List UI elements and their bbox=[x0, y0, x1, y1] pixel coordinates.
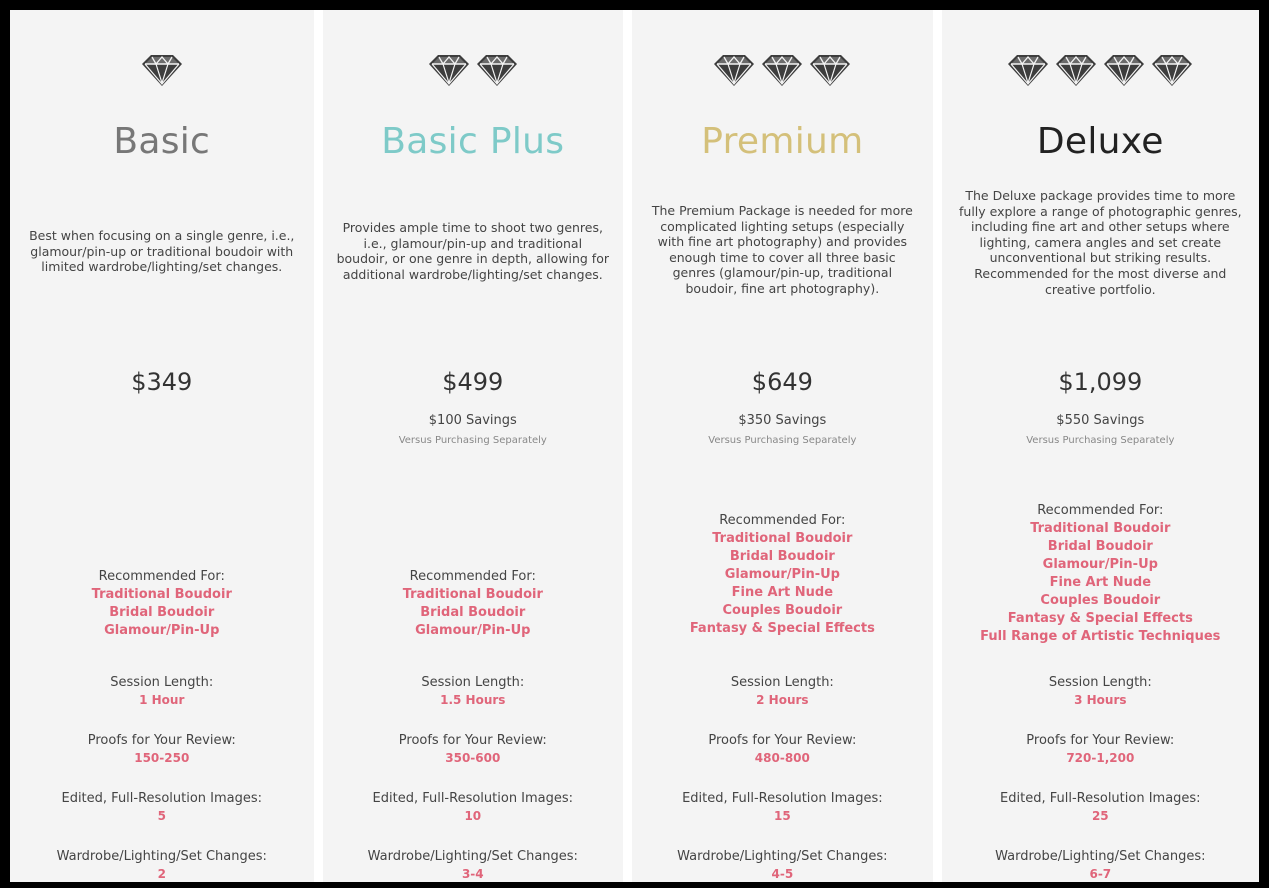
diamond-rating bbox=[10, 52, 314, 92]
recommended-list: Traditional Boudoir Bridal Boudoir Glamour… bbox=[10, 586, 314, 640]
recommended-item: Bridal Boudoir bbox=[729, 549, 835, 564]
proofs-value: 150-250 bbox=[134, 751, 190, 765]
session-length-value: 1.5 Hours bbox=[440, 693, 506, 707]
package-title: Basic Plus bbox=[381, 121, 565, 162]
recommended-item: Traditional Boudoir bbox=[402, 587, 543, 602]
changes-label: Wardrobe/Lighting/Set Changes: bbox=[677, 849, 888, 864]
proofs-label: Proofs for Your Review: bbox=[1026, 733, 1175, 748]
recommended-label: Recommended For: bbox=[409, 569, 536, 584]
changes-label: Wardrobe/Lighting/Set Changes: bbox=[367, 849, 578, 864]
diamond-icon bbox=[810, 55, 851, 86]
session-length-label: Session Length: bbox=[421, 675, 525, 690]
session-length-label: Session Length: bbox=[110, 675, 214, 690]
recommended-item: Bridal Boudoir bbox=[1047, 539, 1153, 554]
recommended-item: Full Range of Artistic Techniques bbox=[980, 629, 1221, 644]
recommended-list: Traditional Boudoir Bridal Boudoir Glamour… bbox=[942, 520, 1259, 646]
recommended-item: Fine Art Nude bbox=[1049, 575, 1152, 590]
changes-label: Wardrobe/Lighting/Set Changes: bbox=[56, 849, 267, 864]
proofs-label: Proofs for Your Review: bbox=[87, 733, 236, 748]
diamond-icon bbox=[762, 55, 803, 86]
recommended-item: Traditional Boudoir bbox=[712, 531, 853, 546]
recommended-item: Traditional Boudoir bbox=[1030, 521, 1171, 536]
edited-images-value: 15 bbox=[773, 809, 791, 823]
versus-text: Versus Purchasing Separately bbox=[398, 435, 547, 446]
diamond-rating bbox=[323, 52, 624, 92]
recommended-item: Fantasy & Special Effects bbox=[1007, 611, 1193, 626]
proofs-value: 350-600 bbox=[445, 751, 501, 765]
edited-images-label: Edited, Full-Resolution Images: bbox=[1000, 791, 1201, 806]
savings-text: $350 Savings bbox=[738, 413, 827, 428]
recommended-item: Glamour/Pin-Up bbox=[104, 623, 220, 638]
session-length-label: Session Length: bbox=[730, 675, 834, 690]
recommended-item: Glamour/Pin-Up bbox=[724, 567, 840, 582]
package-description: The Premium Package is needed for more c… bbox=[651, 203, 913, 296]
diamond-icon bbox=[1152, 55, 1193, 86]
diamond-icon bbox=[476, 55, 517, 86]
changes-value: 6-7 bbox=[1089, 867, 1112, 881]
diamond-icon bbox=[428, 55, 469, 86]
savings-text: $550 Savings bbox=[1056, 413, 1145, 428]
changes-value: 4-5 bbox=[771, 867, 794, 881]
recommended-label: Recommended For: bbox=[1037, 503, 1164, 518]
package-basic-plus: Basic Plus Provides ample time to shoot … bbox=[322, 10, 624, 882]
savings-text: $100 Savings bbox=[428, 413, 517, 428]
recommended-label: Recommended For: bbox=[719, 513, 846, 528]
recommended-item: Bridal Boudoir bbox=[109, 605, 215, 620]
package-title: Deluxe bbox=[1036, 121, 1164, 162]
diamond-icon bbox=[714, 55, 755, 86]
recommended-label: Recommended For: bbox=[98, 569, 225, 584]
proofs-value: 480-800 bbox=[754, 751, 810, 765]
recommended-list: Traditional Boudoir Bridal Boudoir Glamour… bbox=[323, 586, 624, 640]
session-length-value: 1 Hour bbox=[139, 693, 185, 707]
versus-text: Versus Purchasing Separately bbox=[1026, 435, 1175, 446]
package-price: $349 bbox=[131, 368, 193, 396]
recommended-item: Bridal Boudoir bbox=[420, 605, 526, 620]
diamond-icon bbox=[141, 55, 182, 86]
diamond-icon bbox=[1008, 55, 1049, 86]
package-price: $649 bbox=[751, 368, 813, 396]
package-price: $1,099 bbox=[1058, 368, 1143, 396]
recommended-item: Glamour/Pin-Up bbox=[1042, 557, 1158, 572]
recommended-list: Traditional Boudoir Bridal Boudoir Glamour… bbox=[632, 530, 933, 638]
package-premium: Premium The Premium Package is needed fo… bbox=[632, 10, 933, 882]
changes-value: 2 bbox=[157, 867, 166, 881]
recommended-item: Traditional Boudoir bbox=[91, 587, 232, 602]
changes-value: 3-4 bbox=[461, 867, 484, 881]
recommended-item: Couples Boudoir bbox=[1040, 593, 1161, 608]
edited-images-label: Edited, Full-Resolution Images: bbox=[61, 791, 263, 806]
package-basic: Basic Best when focusing on a single gen… bbox=[10, 10, 314, 882]
session-length-label: Session Length: bbox=[1048, 675, 1152, 690]
diamond-rating bbox=[942, 52, 1259, 92]
recommended-item: Glamour/Pin-Up bbox=[415, 623, 531, 638]
proofs-label: Proofs for Your Review: bbox=[708, 733, 857, 748]
edited-images-label: Edited, Full-Resolution Images: bbox=[372, 791, 574, 806]
recommended-item: Fantasy & Special Effects bbox=[689, 621, 875, 636]
recommended-item: Fine Art Nude bbox=[731, 585, 834, 600]
recommended-item: Couples Boudoir bbox=[722, 603, 843, 618]
package-deluxe: Deluxe The Deluxe package provides time … bbox=[941, 10, 1260, 882]
diamond-icon bbox=[1104, 55, 1145, 86]
package-description: Provides ample time to shoot two genres,… bbox=[336, 220, 609, 282]
versus-text: Versus Purchasing Separately bbox=[708, 435, 857, 446]
package-description: The Deluxe package provides time to more… bbox=[959, 188, 1242, 297]
package-price: $499 bbox=[442, 368, 504, 396]
diamond-icon bbox=[1056, 55, 1097, 86]
edited-images-value: 10 bbox=[464, 809, 482, 823]
package-title: Premium bbox=[701, 121, 864, 162]
session-length-value: 3 Hours bbox=[1074, 693, 1127, 707]
session-length-value: 2 Hours bbox=[756, 693, 809, 707]
edited-images-label: Edited, Full-Resolution Images: bbox=[682, 791, 883, 806]
pricing-table: Basic Best when focusing on a single gen… bbox=[0, 0, 1269, 888]
diamond-rating bbox=[632, 52, 933, 92]
package-description: Best when focusing on a single genre, i.… bbox=[29, 228, 295, 275]
proofs-value: 720-1,200 bbox=[1066, 751, 1135, 765]
changes-label: Wardrobe/Lighting/Set Changes: bbox=[995, 849, 1206, 864]
proofs-label: Proofs for Your Review: bbox=[398, 733, 547, 748]
package-title: Basic bbox=[113, 121, 211, 162]
edited-images-value: 5 bbox=[157, 809, 166, 823]
edited-images-value: 25 bbox=[1091, 809, 1109, 823]
